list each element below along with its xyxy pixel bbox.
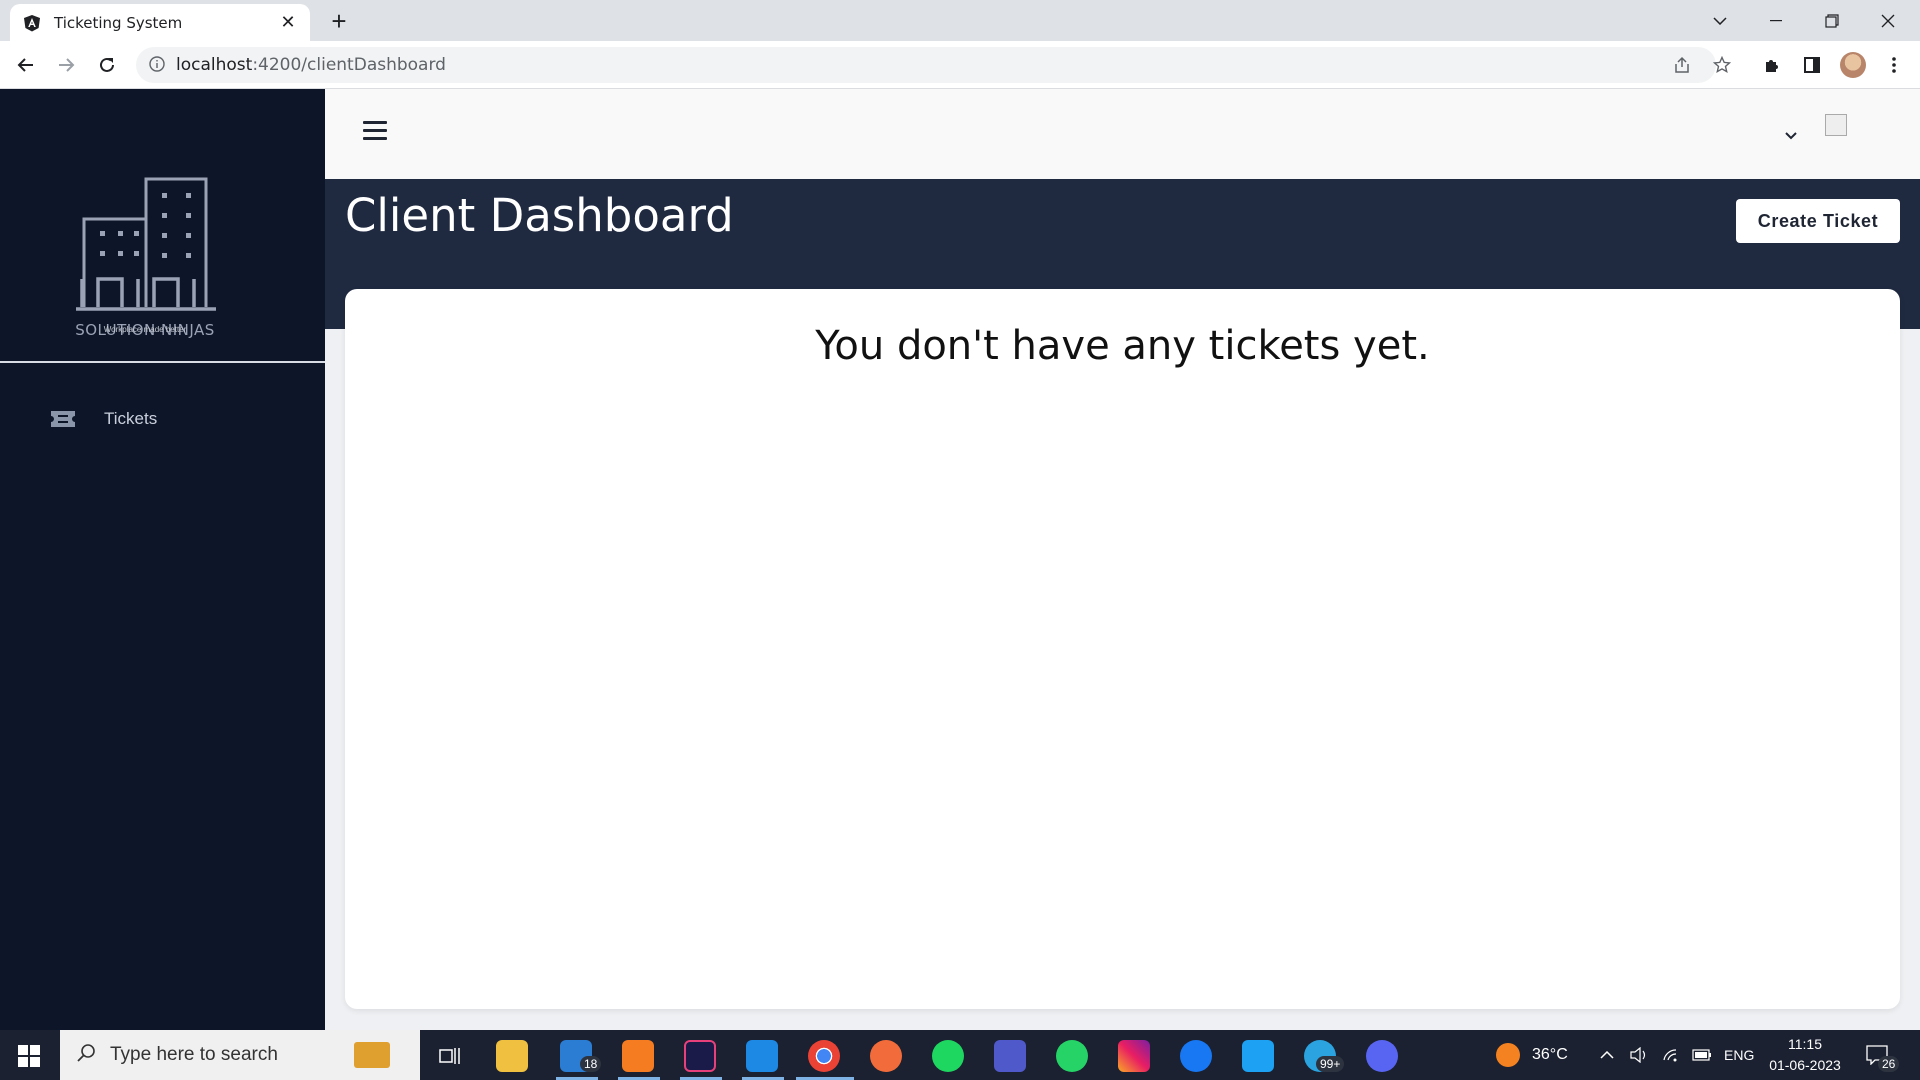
url-host: localhost — [176, 55, 253, 75]
close-window-button[interactable] — [1860, 0, 1916, 41]
side-panel-icon[interactable] — [1798, 51, 1826, 79]
chrome-icon[interactable] — [808, 1040, 840, 1072]
logo-tagline: Workplace made better — [103, 325, 187, 334]
search-icon — [76, 1043, 96, 1068]
bookmark-star-icon[interactable] — [1708, 51, 1736, 79]
ticket-icon — [50, 409, 76, 429]
browser-menu-icon[interactable] — [1880, 51, 1908, 79]
browser-toolbar: localhost:4200/clientDashboard — [0, 41, 1920, 89]
empty-state-message: You don't have any tickets yet. — [815, 323, 1430, 369]
new-tab-button[interactable]: + — [325, 8, 353, 36]
weather-temp: 36°C — [1532, 1046, 1568, 1063]
task-view-icon[interactable] — [434, 1040, 466, 1072]
forward-icon[interactable] — [52, 51, 80, 79]
instagram-icon[interactable] — [1118, 1040, 1150, 1072]
sidebar-divider — [0, 361, 325, 363]
volume-icon[interactable] — [1630, 1030, 1648, 1080]
sidebar-item-label: Tickets — [104, 409, 158, 428]
app-topbar — [325, 89, 1920, 179]
profile-avatar[interactable] — [1840, 52, 1866, 78]
teams-icon[interactable] — [994, 1040, 1026, 1072]
xampp-icon[interactable] — [622, 1040, 654, 1072]
sun-icon — [1496, 1043, 1520, 1067]
back-icon[interactable] — [12, 51, 40, 79]
briefcase-icon — [354, 1042, 390, 1068]
page-title: Client Dashboard — [345, 189, 734, 242]
telegram-badge: 99+ — [1316, 1056, 1345, 1072]
mail-badge: 18 — [580, 1056, 602, 1072]
postman-icon[interactable] — [870, 1040, 902, 1072]
spotify-icon[interactable] — [932, 1040, 964, 1072]
tab-close-icon[interactable]: ✕ — [278, 12, 298, 33]
angular-favicon-icon — [22, 13, 42, 33]
battery-icon[interactable] — [1692, 1030, 1712, 1080]
create-ticket-button[interactable]: Create Ticket — [1736, 199, 1900, 243]
sidebar-item-tickets[interactable]: Tickets — [50, 409, 157, 429]
user-avatar[interactable] — [1825, 114, 1847, 136]
logo-base — [76, 271, 216, 313]
file-explorer-icon[interactable] — [496, 1040, 528, 1072]
search-placeholder: Type here to search — [110, 1044, 278, 1065]
chevron-down-icon[interactable] — [1785, 127, 1797, 145]
share-icon[interactable] — [1668, 51, 1696, 79]
notifications-icon[interactable] — [1866, 1030, 1888, 1080]
vscode-icon[interactable] — [746, 1040, 778, 1072]
tickets-card: You don't have any tickets yet. — [345, 289, 1900, 1009]
address-bar[interactable]: localhost:4200/clientDashboard — [136, 47, 1716, 83]
extensions-icon[interactable] — [1758, 51, 1786, 79]
clock-date: 01-06-2023 — [1769, 1057, 1841, 1073]
discord-icon[interactable] — [1366, 1040, 1398, 1072]
company-logo: SOLUTION NINJAS — [70, 169, 220, 339]
reload-icon[interactable] — [93, 51, 121, 79]
tray-chevron-icon[interactable] — [1600, 1030, 1614, 1080]
weather-widget[interactable]: 36°C — [1496, 1030, 1568, 1080]
language-indicator[interactable]: ENG — [1724, 1030, 1754, 1080]
restore-button[interactable] — [1804, 0, 1860, 41]
facebook-icon[interactable] — [1180, 1040, 1212, 1072]
minimize-button[interactable] — [1748, 0, 1804, 41]
intellij-icon[interactable] — [684, 1040, 716, 1072]
browser-tab[interactable]: Ticketing System ✕ — [10, 4, 310, 41]
windows-start-icon[interactable] — [18, 1045, 40, 1067]
clock-time: 11:15 — [1788, 1036, 1822, 1052]
tab-search-icon[interactable] — [1692, 0, 1748, 41]
twitter-icon[interactable] — [1242, 1040, 1274, 1072]
sidebar: SOLUTION NINJAS Workplace made better Ti… — [0, 89, 325, 1030]
whatsapp-icon[interactable] — [1056, 1040, 1088, 1072]
browser-tabstrip: Ticketing System ✕ + — [0, 0, 1920, 41]
tab-title: Ticketing System — [54, 13, 183, 32]
system-clock[interactable]: 11:15 01-06-2023 — [1765, 1034, 1845, 1076]
url-text: localhost:4200/clientDashboard — [176, 55, 446, 75]
menu-toggle-icon[interactable] — [363, 121, 387, 141]
wifi-icon[interactable] — [1662, 1030, 1680, 1080]
site-info-icon[interactable] — [149, 56, 165, 77]
taskbar-search[interactable]: Type here to search — [60, 1030, 420, 1080]
url-path: :4200/clientDashboard — [252, 55, 446, 75]
notifications-badge: 26 — [1878, 1056, 1900, 1072]
